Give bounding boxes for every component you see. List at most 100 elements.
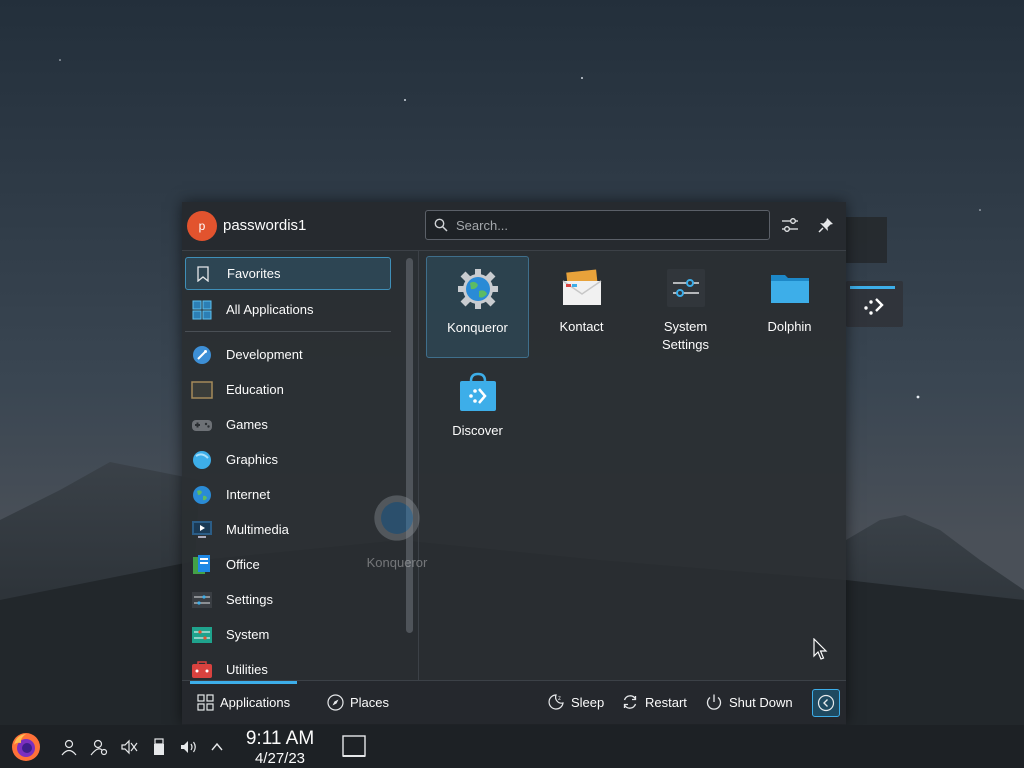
- chevron-left-circle-icon: [817, 694, 835, 712]
- dolphin-folder-icon: [768, 266, 812, 310]
- restart-icon: [621, 693, 639, 711]
- sidebar-item-system[interactable]: System: [185, 618, 391, 651]
- user-settings-icon: [90, 739, 108, 755]
- app-label: System Settings: [662, 319, 709, 352]
- sidebar-item-label: Multimedia: [226, 522, 289, 537]
- all-apps-icon: [191, 299, 213, 321]
- microphone-button[interactable]: [118, 725, 140, 768]
- system-tray-expand-button[interactable]: [207, 725, 227, 768]
- utilities-icon: [191, 659, 213, 681]
- sidebar-item-label: Games: [226, 417, 268, 432]
- chevron-up-icon: [211, 742, 223, 750]
- pin-button[interactable]: [814, 213, 838, 237]
- system-settings-icon: [664, 266, 708, 310]
- taskbar: 9:11 AM 4/27/23: [0, 725, 1024, 768]
- sidebar-separator: [185, 331, 391, 332]
- tooltip-accent-bar: [850, 286, 895, 289]
- compass-icon: [326, 693, 344, 711]
- digital-clock[interactable]: 9:11 AM 4/27/23: [236, 728, 324, 767]
- show-desktop-icon: [342, 734, 366, 757]
- app-tile-dolphin[interactable]: Dolphin: [738, 256, 841, 358]
- app-tile-konqueror[interactable]: Konqueror: [426, 256, 529, 358]
- discover-tooltip: [846, 281, 903, 327]
- globe-icon: [191, 484, 213, 506]
- power-label: Shut Down: [729, 694, 793, 710]
- active-tab-indicator: [190, 681, 297, 684]
- drag-ghost-konqueror: Konqueror: [362, 490, 432, 580]
- avatar[interactable]: p: [187, 211, 217, 241]
- discover-small-icon: [864, 298, 884, 315]
- power-icon: [705, 693, 723, 711]
- firefox-icon: [12, 732, 40, 761]
- app-tile-kontact[interactable]: Kontact: [530, 256, 633, 358]
- sidebar-item-graphics[interactable]: Graphics: [185, 443, 391, 476]
- sleep-icon: z: [547, 693, 565, 711]
- ghost-label: Konqueror: [366, 555, 428, 570]
- firefox-launcher[interactable]: [8, 725, 44, 768]
- show-desktop-button[interactable]: [339, 725, 369, 768]
- sidebar-item-label: Settings: [226, 592, 273, 607]
- clock-date: 4/27/23: [254, 750, 306, 767]
- sidebar-item-settings[interactable]: Settings: [185, 583, 391, 616]
- sidebar-item-label: Utilities: [226, 662, 268, 677]
- kontact-icon: [560, 266, 604, 310]
- sidebar-item-label: System: [226, 627, 270, 642]
- panel-tooltip-box: [846, 217, 887, 263]
- launcher-header: p passwordis1: [182, 202, 846, 251]
- sidebar-item-favorites[interactable]: Favorites: [185, 257, 391, 290]
- konqueror-icon: [456, 267, 500, 311]
- sliders-icon: [782, 218, 798, 232]
- app-label: Discover: [452, 423, 503, 438]
- app-tile-discover[interactable]: Discover: [426, 360, 529, 462]
- sidebar-item-office[interactable]: Office: [185, 548, 391, 581]
- app-label: Konqueror: [447, 320, 508, 335]
- app-tile-system-settings[interactable]: System Settings: [634, 256, 737, 358]
- sidebar-item-development[interactable]: Development: [185, 338, 391, 371]
- application-launcher: p passwordis1 Search... Favorites All Ap…: [182, 202, 846, 725]
- konqueror-ghost-icon: [374, 495, 420, 541]
- user-switch-button[interactable]: [58, 725, 80, 768]
- bookmark-icon: [192, 263, 214, 285]
- svg-text:z: z: [558, 696, 561, 702]
- power-label: Sleep: [571, 694, 605, 710]
- clock-time: 9:11 AM: [245, 728, 315, 749]
- grid-icon: [196, 693, 214, 711]
- power-label: Restart: [645, 694, 687, 710]
- leave-menu-button[interactable]: [812, 689, 840, 717]
- tab-places[interactable]: Places: [326, 693, 389, 711]
- sidebar-item-multimedia[interactable]: Multimedia: [185, 513, 391, 546]
- user-status-button[interactable]: [88, 725, 110, 768]
- configure-button[interactable]: [778, 213, 802, 237]
- sidebar-item-all-applications[interactable]: All Applications: [185, 293, 391, 326]
- tab-applications[interactable]: Applications: [196, 693, 290, 711]
- sidebar-item-games[interactable]: Games: [185, 408, 391, 441]
- tab-label: Places: [350, 694, 390, 710]
- launcher-footer: Applications Places z Sleep Restart Shut: [182, 680, 846, 725]
- username[interactable]: passwordis1: [223, 217, 306, 234]
- app-label: Dolphin: [767, 319, 812, 334]
- sidebar-item-label: Education: [226, 382, 284, 397]
- volume-button[interactable]: [178, 725, 200, 768]
- development-icon: [191, 344, 213, 366]
- sidebar-item-label: Graphics: [226, 452, 279, 467]
- restart-button[interactable]: Restart: [621, 693, 687, 711]
- usb-device-button[interactable]: [148, 725, 170, 768]
- sidebar-item-internet[interactable]: Internet: [185, 478, 391, 511]
- sidebar-item-label: Favorites: [227, 266, 281, 281]
- discover-icon: [456, 370, 500, 414]
- speaker-icon: [181, 740, 196, 753]
- system-icon: [191, 624, 213, 646]
- sleep-button[interactable]: z Sleep: [547, 693, 604, 711]
- education-icon: [191, 379, 213, 401]
- search-input[interactable]: [454, 212, 758, 238]
- sidebar-item-education[interactable]: Education: [185, 373, 391, 406]
- multimedia-icon: [191, 519, 213, 541]
- content-separator: [418, 251, 419, 681]
- pin-icon: [818, 218, 833, 233]
- microphone-muted-icon: [121, 739, 138, 754]
- gamepad-icon: [191, 414, 213, 436]
- shut-down-button[interactable]: Shut Down: [705, 693, 793, 711]
- search-box[interactable]: [425, 210, 770, 240]
- settings-icon: [191, 589, 213, 611]
- sidebar-item-utilities[interactable]: Utilities: [185, 653, 391, 681]
